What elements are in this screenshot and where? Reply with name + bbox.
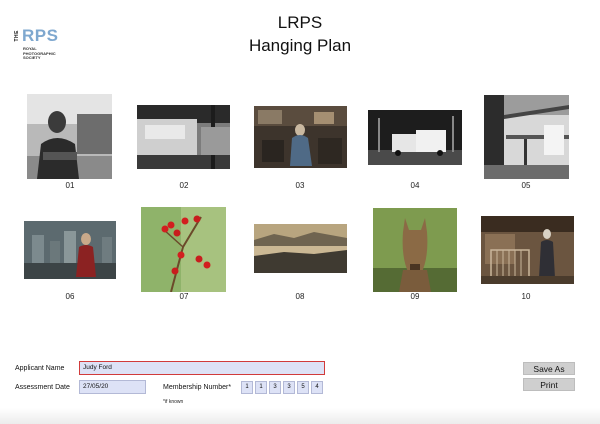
membership-digit-3[interactable]: 3: [269, 381, 281, 394]
photo-label-08: 08: [295, 292, 305, 301]
photo-07[interactable]: [141, 207, 226, 292]
save-as-button[interactable]: Save As: [523, 362, 575, 375]
photo-01[interactable]: [27, 94, 112, 179]
photo-label-01: 01: [65, 181, 75, 190]
photo-08-image: [254, 224, 347, 273]
membership-number-label: Membership Number*: [163, 384, 231, 391]
photo-03-image: [254, 106, 347, 168]
membership-note: *if known: [163, 399, 184, 405]
photo-label-03: 03: [295, 181, 305, 190]
photo-07-image: [141, 207, 226, 292]
assessment-date-input[interactable]: 27/05/20: [79, 380, 146, 394]
photo-06[interactable]: [24, 221, 116, 279]
membership-digit-5[interactable]: 5: [297, 381, 309, 394]
print-button[interactable]: Print: [523, 378, 575, 391]
photo-03[interactable]: [254, 106, 347, 168]
membership-digit-4[interactable]: 3: [283, 381, 295, 394]
photo-02[interactable]: [137, 105, 230, 169]
bottom-fade: [0, 408, 600, 424]
membership-digit-2[interactable]: 1: [255, 381, 267, 394]
membership-digit-6[interactable]: 4: [311, 381, 323, 394]
page-subtitle: Hanging Plan: [248, 36, 352, 55]
photo-05-image: [484, 95, 569, 179]
photo-10-image: [481, 216, 574, 284]
assessment-date-label: Assessment Date: [15, 384, 70, 391]
membership-asterisk: *: [228, 384, 232, 391]
photo-label-02: 02: [179, 181, 189, 190]
photo-09-image: [373, 208, 457, 292]
photo-06-image: [24, 221, 116, 279]
photo-05[interactable]: [484, 95, 569, 179]
photo-02-image: [137, 105, 230, 169]
photo-04-image: [368, 110, 462, 165]
applicant-name-input[interactable]: Judy Ford: [79, 361, 325, 375]
photo-label-04: 04: [410, 181, 420, 190]
photo-label-10: 10: [521, 292, 531, 301]
membership-digit-1[interactable]: 1: [241, 381, 253, 394]
page-title: LRPS: [277, 13, 323, 32]
membership-number-text: Membership Number: [163, 384, 229, 391]
photo-label-07: 07: [179, 292, 189, 301]
photo-label-05: 05: [521, 181, 531, 190]
photo-08[interactable]: [254, 224, 347, 273]
photo-04[interactable]: [368, 110, 462, 165]
applicant-name-label: Applicant Name: [15, 365, 65, 372]
photo-10[interactable]: [481, 216, 574, 284]
photo-01-image: [27, 94, 112, 179]
photo-label-06: 06: [65, 292, 75, 301]
photo-09[interactable]: [373, 208, 457, 292]
photo-label-09: 09: [410, 292, 420, 301]
